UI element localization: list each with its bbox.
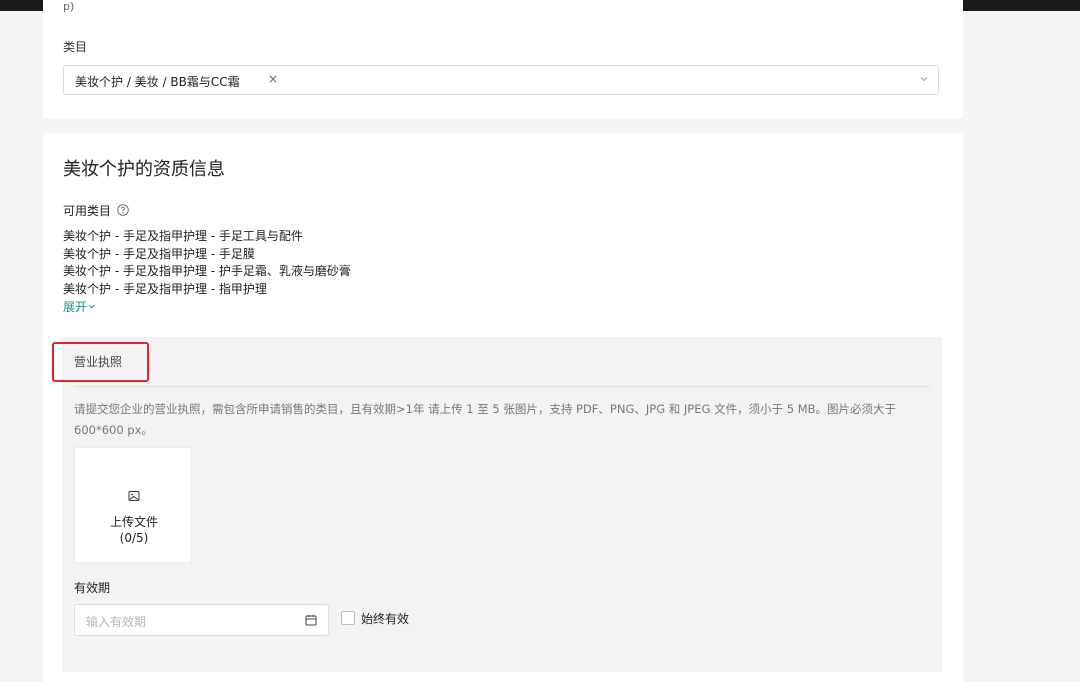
calendar-icon[interactable] <box>305 614 317 626</box>
close-icon[interactable]: × <box>268 72 278 86</box>
divider <box>74 386 930 387</box>
list-item: 美妆个护 - 手足及指甲护理 - 指甲护理 <box>63 281 267 296</box>
qualification-card: 美妆个护的资质信息 可用类目 美妆个护 - 手足及指甲护理 - 手足工具与配件 … <box>43 133 963 682</box>
validity-date-input[interactable]: 输入有效期 <box>74 604 329 636</box>
category-select[interactable]: 美妆个护 / 美妆 / BB霜与CC霜 × <box>63 65 939 95</box>
section-title: 美妆个护的资质信息 <box>63 159 225 180</box>
validity-label: 有效期 <box>74 581 111 595</box>
help-circle-icon[interactable] <box>117 204 129 216</box>
chevron-down-icon <box>88 304 95 309</box>
partial-text: p) <box>63 0 75 13</box>
always-valid-checkbox[interactable] <box>341 611 355 625</box>
chevron-down-icon[interactable] <box>920 75 928 83</box>
category-list: 美妆个护 - 手足及指甲护理 - 手足工具与配件 美妆个护 - 手足及指甲护理 … <box>63 228 351 298</box>
upload-count: (0/5) <box>119 531 149 545</box>
list-item: 美妆个护 - 手足及指甲护理 - 护手足霜、乳液与磨砂膏 <box>63 264 351 278</box>
category-label: 类目 <box>63 40 88 54</box>
expand-label: 展开 <box>63 300 88 314</box>
upload-file-button[interactable]: 上传文件 (0/5) <box>74 447 192 563</box>
list-item: 美妆个护 - 手足及指甲护理 - 手足膜 <box>63 246 255 261</box>
list-item: 美妆个护 - 手足及指甲护理 - 手足工具与配件 <box>63 229 303 243</box>
business-license-panel: 营业执照 请提交您企业的营业执照，需包含所申请销售的类目，且有效期>1年 请上传… <box>52 337 942 672</box>
image-upload-icon <box>128 491 140 501</box>
category-card: p) 类目 美妆个护 / 美妆 / BB霜与CC霜 × <box>43 0 963 118</box>
expand-link[interactable]: 展开 <box>63 298 95 315</box>
highlight-box <box>52 342 149 382</box>
available-categories-label: 可用类目 <box>63 204 112 218</box>
date-placeholder: 输入有效期 <box>86 615 147 629</box>
upload-label: 上传文件 <box>109 515 158 529</box>
always-valid-label[interactable]: 始终有效 <box>361 610 409 627</box>
category-tag: 美妆个护 / 美妆 / BB霜与CC霜 <box>75 75 240 89</box>
upload-instructions: 请提交您企业的营业执照，需包含所申请销售的类目，且有效期>1年 请上传 1 至 … <box>74 402 897 437</box>
